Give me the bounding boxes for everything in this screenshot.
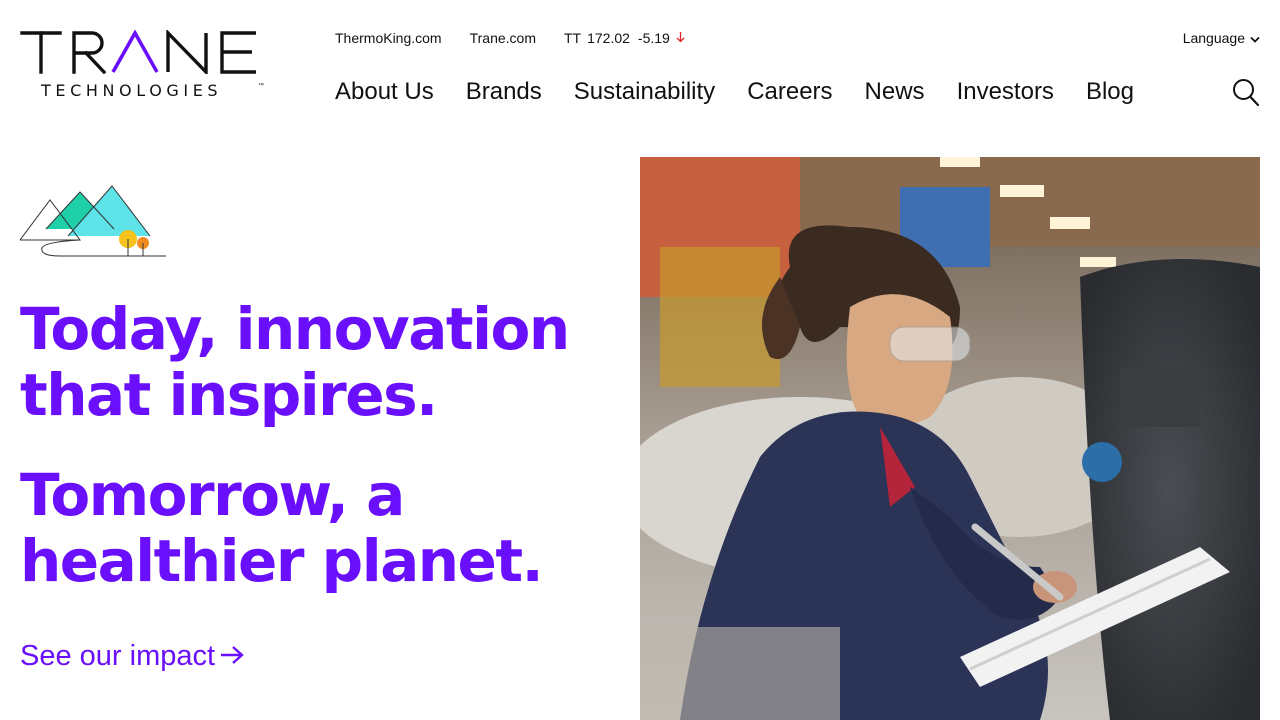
arrow-down-icon [676,31,685,46]
search-icon[interactable] [1232,78,1260,108]
trane-wordmark [20,30,256,74]
nav-item-sustainability[interactable]: Sustainability [574,78,715,106]
nav-item-blog[interactable]: Blog [1086,78,1134,106]
trademark-symbol: ™ [258,83,264,89]
ticker-price: 172.02 [587,30,630,46]
chevron-down-icon [1250,30,1260,46]
stock-ticker: TT 172.02 -5.19 [564,30,685,46]
trane-technologies-logo[interactable]: TECHNOLOGIES ™ [20,30,270,102]
logo-subline: TECHNOLOGIES [41,81,223,100]
technician-writing-on-clipboard-photo [640,157,1260,720]
nav-item-about-us[interactable]: About Us [335,78,434,106]
nav-item-news[interactable]: News [865,78,925,106]
cta-label: See our impact [20,640,216,672]
nav-item-careers[interactable]: Careers [747,78,832,106]
main-nav: About Us Brands Sustainability Careers N… [335,78,1166,106]
see-our-impact-link[interactable]: See our impact [20,640,245,673]
ticker-symbol: TT [563,30,582,46]
mountains-illustration [19,184,166,258]
nav-item-investors[interactable]: Investors [957,78,1054,106]
page: TECHNOLOGIES ™ ThermoKing.com Trane.com … [0,0,1280,720]
arrow-right-icon [219,641,245,673]
nav-item-brands[interactable]: Brands [466,78,542,106]
utility-bar: ThermoKing.com Trane.com TT 172.02 -5.19 [335,30,685,46]
thermoking-link[interactable]: ThermoKing.com [335,30,442,46]
language-selector[interactable]: Language [1183,30,1260,46]
hero-headline-tomorrow: Tomorrow, a healthier planet. [20,461,544,595]
trane-link[interactable]: Trane.com [470,30,536,46]
hero-headline-today: Today, innovation that inspires. [20,295,570,429]
language-label: Language [1182,30,1245,46]
ticker-change: -5.19 [637,30,670,46]
